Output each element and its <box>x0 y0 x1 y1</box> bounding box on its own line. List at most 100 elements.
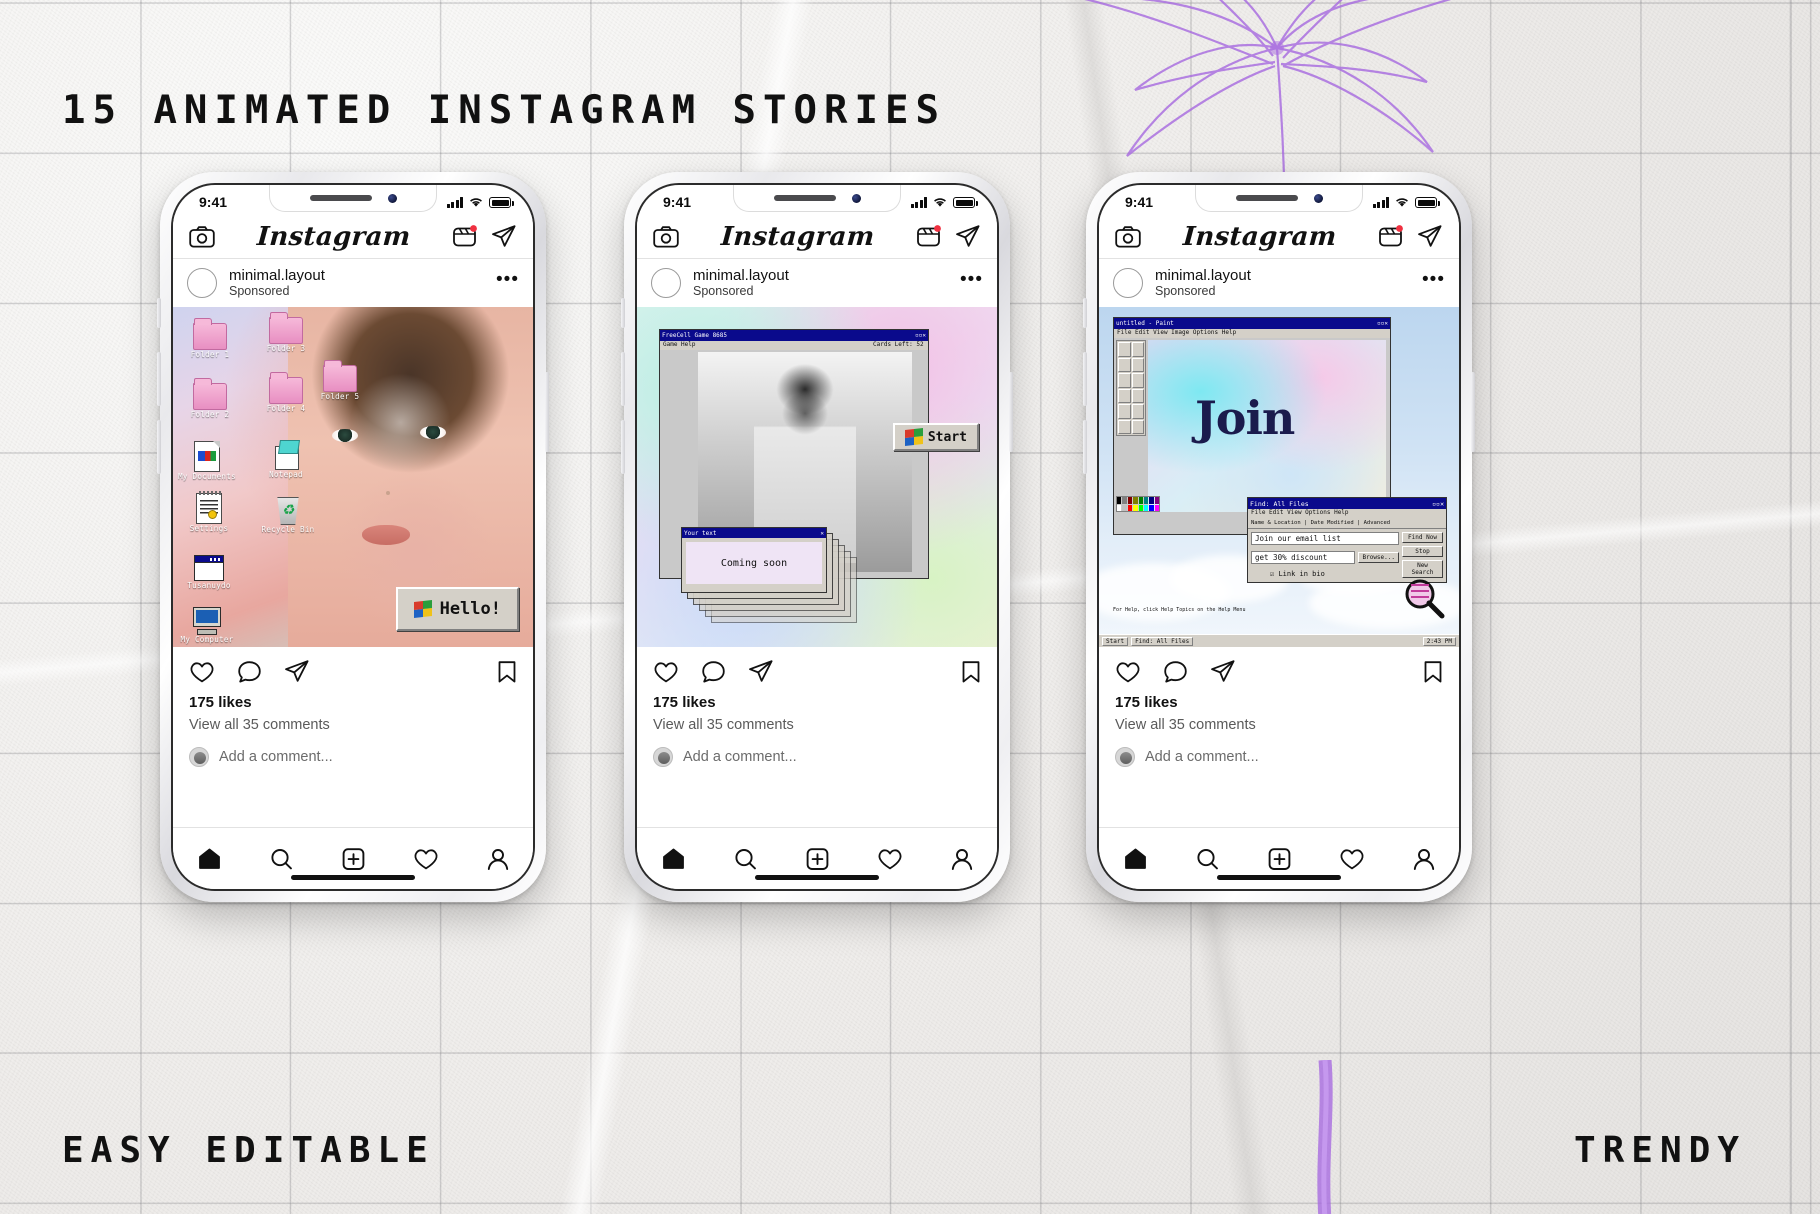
desktop-icon-my-documents[interactable]: My Documents <box>176 441 238 481</box>
taskbar-window-item[interactable]: Find: All Files <box>1131 636 1194 646</box>
comment-bubble-icon[interactable] <box>1163 660 1188 684</box>
comment-bubble-icon[interactable] <box>701 660 726 684</box>
paper-plane-icon[interactable] <box>284 659 310 684</box>
window-controls-icon[interactable]: ▫▫✕ <box>1432 500 1444 508</box>
add-comment-input[interactable]: Add a comment... <box>1145 749 1259 765</box>
search-icon[interactable] <box>1195 847 1220 871</box>
desktop-icon-folder-5[interactable]: Folder 5 <box>309 360 371 401</box>
desktop-icon-folder-3[interactable]: Folder 3 <box>255 312 317 353</box>
find-tabs[interactable]: Name & Location | Date Modified | Advanc… <box>1248 518 1446 529</box>
desktop-icon-my-computer[interactable]: My Computer <box>176 607 238 644</box>
phone1-power-button[interactable] <box>545 372 549 452</box>
activity-heart-icon[interactable] <box>413 847 439 871</box>
avatar[interactable] <box>187 268 217 298</box>
phone2-volume-down-button[interactable] <box>621 420 625 474</box>
find-lookin-input[interactable]: get 30% discount <box>1251 551 1356 564</box>
paper-plane-icon[interactable] <box>748 659 774 684</box>
paper-plane-icon[interactable] <box>955 224 981 249</box>
stop-button[interactable]: Stop <box>1402 546 1443 557</box>
add-comment-row[interactable]: Add a comment... <box>637 733 997 767</box>
hello-dialog[interactable]: Hello! <box>395 587 519 631</box>
phone3-volume-down-button[interactable] <box>1083 420 1087 474</box>
browse-button[interactable]: Browse... <box>1358 552 1399 563</box>
bookmark-icon[interactable] <box>497 660 517 684</box>
add-comment-row[interactable]: Add a comment... <box>1099 733 1459 767</box>
paper-plane-icon[interactable] <box>1210 659 1236 684</box>
desktop-icon-settings[interactable]: Settings <box>178 491 240 533</box>
paint-menubar[interactable]: File Edit View Image Options Help <box>1114 329 1390 338</box>
phone3-volume-up-button[interactable] <box>1083 352 1087 406</box>
avatar[interactable] <box>651 268 681 298</box>
heart-icon[interactable] <box>189 660 215 684</box>
more-options-icon[interactable]: ••• <box>960 270 983 291</box>
profile-icon[interactable] <box>950 847 974 871</box>
phone2-power-button[interactable] <box>1009 372 1013 452</box>
view-comments-link[interactable]: View all 35 comments <box>1099 711 1459 733</box>
desktop-icon-folder-1[interactable]: Folder 1 <box>179 318 241 359</box>
find-now-button[interactable]: Find Now <box>1402 532 1443 543</box>
phone2-volume-up-button[interactable] <box>621 352 625 406</box>
desktop-icon-notepad[interactable]: Notepad <box>255 440 317 479</box>
desktop-icon-folder-2[interactable]: Folder 2 <box>179 378 241 419</box>
comment-bubble-icon[interactable] <box>237 660 262 684</box>
desktop-icon-folder-4[interactable]: Folder 4 <box>255 372 317 413</box>
desktop-icon-tusanuydo[interactable]: Tusanuydo <box>178 555 240 590</box>
heart-icon[interactable] <box>1115 660 1141 684</box>
home-icon[interactable] <box>197 847 222 871</box>
close-icon[interactable]: ✕ <box>820 530 824 537</box>
heart-icon[interactable] <box>653 660 679 684</box>
new-search-button[interactable]: New Search <box>1402 560 1443 578</box>
find-all-files-dialog[interactable]: Find: All Files ▫▫✕ File Edit View Optio… <box>1247 497 1447 583</box>
add-post-icon[interactable] <box>805 847 830 871</box>
desktop-icon-recycle-bin[interactable]: ♻ Recycle Bin <box>257 497 319 534</box>
start-button[interactable]: Start <box>892 423 979 451</box>
add-post-icon[interactable] <box>341 847 366 871</box>
add-post-icon[interactable] <box>1267 847 1292 871</box>
bookmark-icon[interactable] <box>961 660 981 684</box>
post-username[interactable]: minimal.layout <box>693 267 960 284</box>
search-icon[interactable] <box>269 847 294 871</box>
bookmark-icon[interactable] <box>1423 660 1443 684</box>
windows-taskbar[interactable]: Start Find: All Files 2:43 PM <box>1099 634 1459 647</box>
view-comments-link[interactable]: View all 35 comments <box>173 711 533 733</box>
profile-icon[interactable] <box>1412 847 1436 871</box>
link-in-bio-checkbox[interactable]: ☑ Link in bio <box>1270 570 1399 578</box>
find-menubar[interactable]: File Edit View Options Help <box>1248 509 1446 518</box>
view-comments-link[interactable]: View all 35 comments <box>637 711 997 733</box>
phone1-volume-down-button[interactable] <box>157 420 161 474</box>
paper-plane-icon[interactable] <box>491 224 517 249</box>
phone1-silent-switch[interactable] <box>157 298 161 328</box>
profile-icon[interactable] <box>486 847 510 871</box>
taskbar-start-button[interactable]: Start <box>1102 636 1129 646</box>
paper-plane-icon[interactable] <box>1417 224 1443 249</box>
activity-heart-icon[interactable] <box>877 847 903 871</box>
add-comment-input[interactable]: Add a comment... <box>219 749 333 765</box>
add-comment-input[interactable]: Add a comment... <box>683 749 797 765</box>
camera-icon[interactable] <box>653 225 679 249</box>
reels-icon[interactable] <box>1378 224 1403 249</box>
post-username[interactable]: minimal.layout <box>1155 267 1422 284</box>
reels-icon[interactable] <box>452 224 477 249</box>
paint-color-palette[interactable] <box>1116 496 1160 512</box>
camera-icon[interactable] <box>1115 225 1141 249</box>
avatar[interactable] <box>1113 268 1143 298</box>
post-username[interactable]: minimal.layout <box>229 267 496 284</box>
window-controls-icon[interactable]: ▫▫✕ <box>1377 320 1388 327</box>
more-options-icon[interactable]: ••• <box>1422 270 1445 291</box>
search-icon[interactable] <box>733 847 758 871</box>
find-named-input[interactable]: Join our email list <box>1251 532 1399 545</box>
more-options-icon[interactable]: ••• <box>496 270 519 291</box>
magnifier-icon[interactable] <box>1403 577 1445 619</box>
paint-toolbox[interactable] <box>1116 340 1146 436</box>
your-text-dialog[interactable]: Your text ✕ Coming soon <box>681 527 827 593</box>
phone1-volume-up-button[interactable] <box>157 352 161 406</box>
phone2-silent-switch[interactable] <box>621 298 625 328</box>
activity-heart-icon[interactable] <box>1339 847 1365 871</box>
camera-icon[interactable] <box>189 225 215 249</box>
phone3-silent-switch[interactable] <box>1083 298 1087 328</box>
add-comment-row[interactable]: Add a comment... <box>173 733 533 767</box>
home-icon[interactable] <box>661 847 686 871</box>
home-icon[interactable] <box>1123 847 1148 871</box>
reels-icon[interactable] <box>916 224 941 249</box>
phone3-power-button[interactable] <box>1471 372 1475 452</box>
